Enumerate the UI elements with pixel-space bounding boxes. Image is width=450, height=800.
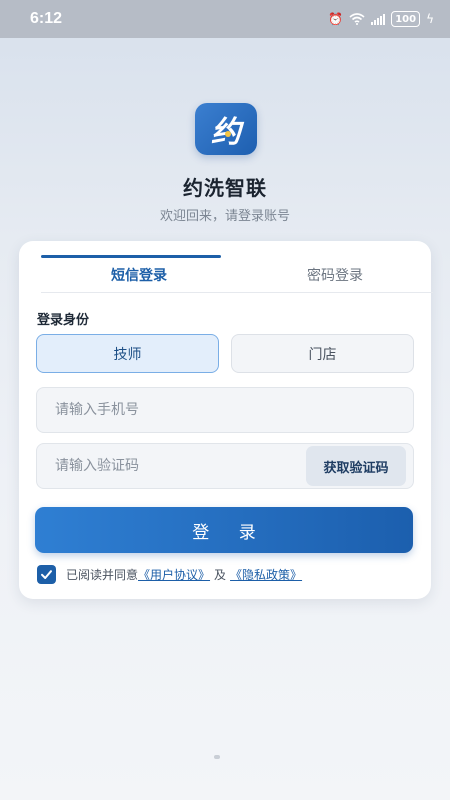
signal-icon — [371, 13, 386, 25]
battery-level: 100 — [395, 13, 417, 25]
tab-password-login[interactable]: 密码登录 — [237, 241, 433, 292]
agreement-row: 已阅读并同意 《用户协议》 及 《隐私政策》 — [37, 565, 302, 584]
agreement-prefix: 已阅读并同意 — [66, 568, 139, 582]
tab-sms-login[interactable]: 短信登录 — [41, 241, 237, 292]
user-agreement-link[interactable]: 《用户协议》 — [138, 566, 210, 583]
agreement-checkbox[interactable] — [37, 565, 56, 584]
privacy-policy-link[interactable]: 《隐私政策》 — [230, 566, 302, 583]
login-tabs: 短信登录 密码登录 — [41, 241, 433, 293]
status-icons: ⏰ 100 ϟ — [328, 11, 434, 27]
app-name: 约洗智联 — [183, 176, 267, 200]
logo-char: 约 — [211, 107, 241, 151]
login-card: 短信登录 密码登录 登录身份 技师 门店 获取验证码 登 录 已阅读并同意 《用… — [19, 241, 433, 599]
check-icon — [41, 570, 52, 579]
role-technician-button[interactable]: 技师 — [36, 334, 219, 373]
charging-icon: ϟ — [426, 12, 434, 26]
agreement-and: 及 — [214, 568, 227, 582]
app-logo: 约 — [195, 103, 257, 155]
battery-icon: 100 — [391, 11, 421, 27]
phone-input[interactable] — [36, 387, 414, 433]
home-indicator — [214, 755, 220, 759]
get-code-button[interactable]: 获取验证码 — [306, 446, 406, 486]
role-store-button[interactable]: 门店 — [231, 334, 414, 373]
status-time: 6:12 — [30, 10, 63, 27]
logo-dot — [225, 131, 231, 137]
status-bar: 6:12 ⏰ 100 ϟ — [0, 0, 450, 38]
identity-label: 登录身份 — [37, 313, 90, 328]
welcome-text: 欢迎回来，请登录账号 — [159, 209, 290, 224]
wifi-icon — [349, 13, 365, 25]
alarm-icon: ⏰ — [328, 12, 344, 26]
login-button[interactable]: 登 录 — [35, 507, 413, 553]
